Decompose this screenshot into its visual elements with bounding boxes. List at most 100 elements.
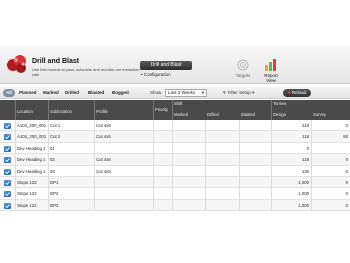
- planned-filter-tab[interactable]: Planned: [19, 89, 37, 97]
- survey-cell: 0: [345, 180, 348, 185]
- filter-setup-label: Filter Setup: [227, 90, 251, 95]
- table-row[interactable]: Stope 122 DP2 1,000 0: [0, 188, 350, 200]
- column-divider: [15, 100, 16, 120]
- row-select-icon[interactable]: [4, 134, 11, 141]
- row-select-icon[interactable]: [4, 145, 11, 152]
- app-description: Use this module to plan, schedule and mo…: [32, 67, 140, 77]
- marked-column-header[interactable]: Marked: [174, 112, 188, 117]
- bogged-filter-tab[interactable]: Bogged: [112, 89, 129, 97]
- shift-group-header: Shift: [174, 101, 183, 106]
- location-cell: A104_200_001: [17, 123, 47, 128]
- location-cell: Dev Heading 1: [17, 145, 46, 151]
- column-divider: [172, 100, 173, 120]
- column-divider: [172, 120, 173, 211]
- survey-cell: 0: [345, 168, 348, 174]
- chevron-down-icon: ▾: [201, 90, 204, 95]
- design-cell: 118: [302, 123, 309, 128]
- blasted-filter-tab[interactable]: Blasted: [88, 89, 104, 97]
- table-row[interactable]: Stope 122 DP1 1,000 0: [0, 177, 350, 189]
- profile-cell: Cut 4x5: [96, 157, 111, 163]
- sublocation-cell: DP2: [50, 191, 59, 197]
- row-select-icon[interactable]: [4, 168, 11, 175]
- design-cell: 118: [302, 134, 309, 140]
- column-divider: [153, 120, 154, 211]
- survey-column-header[interactable]: Survey: [313, 112, 326, 117]
- show-label: Show: [150, 90, 162, 95]
- row-select-icon[interactable]: [4, 157, 11, 164]
- sublocation-cell: 03: [50, 168, 55, 174]
- table-row[interactable]: A104_200_001 Cut 1 Cut 4x5 118 0: [0, 120, 350, 132]
- report-view-button[interactable]: Report View: [259, 59, 283, 83]
- reload-button[interactable]: ● Reload: [283, 89, 311, 97]
- drill-and-blast-logo-icon: [5, 53, 29, 75]
- column-divider: [271, 100, 272, 120]
- column-divider: [15, 120, 16, 211]
- table-row[interactable]: Dev Heading 1 02 Cut 4x5 118 0: [0, 154, 350, 166]
- drilled-filter-tab[interactable]: Drilled: [65, 89, 79, 97]
- survey-cell: 0: [345, 157, 348, 163]
- row-select-icon[interactable]: [4, 180, 11, 186]
- app-title: Drill and Blast: [32, 58, 80, 65]
- column-divider: [94, 100, 95, 120]
- report-view-label: Report View: [264, 73, 278, 83]
- show-period-select[interactable]: Last 2 Weeks ▾: [165, 89, 207, 97]
- location-cell: Stope 122: [17, 191, 37, 197]
- row-select-icon[interactable]: [4, 191, 11, 198]
- design-cell: 1,000: [298, 191, 309, 197]
- location-cell: Stope 122: [17, 202, 37, 208]
- design-cell: 118: [302, 157, 309, 163]
- marked-filter-tab[interactable]: Marked: [43, 89, 59, 97]
- column-divider: [94, 120, 95, 211]
- location-cell: Stope 122: [17, 180, 37, 185]
- sublocation-cell: 01: [50, 145, 55, 151]
- column-divider: [271, 120, 272, 211]
- drill-and-blast-mode-button[interactable]: Drill and Blast: [140, 61, 192, 70]
- table-row[interactable]: Stope 122 DP3 1,000 0: [0, 199, 350, 212]
- filter-setup-button[interactable]: ▼ Filter Setup ▾: [222, 89, 254, 97]
- column-divider: [48, 120, 49, 211]
- row-select-icon[interactable]: [4, 202, 11, 209]
- table-row[interactable]: Dev Heading 1 01 0: [0, 143, 350, 155]
- location-cell: Dev Heading 1: [17, 157, 46, 163]
- targets-label: Targets: [235, 73, 251, 78]
- sublocation-cell: Cut 2: [50, 134, 61, 140]
- column-divider: [48, 100, 49, 120]
- blasted-column-header[interactable]: Blasted: [241, 112, 255, 117]
- column-divider: [239, 120, 240, 211]
- priority-column-header[interactable]: Priority: [155, 107, 168, 112]
- sublocation-column-header[interactable]: Sublocation: [50, 109, 72, 114]
- targets-button[interactable]: Targets: [231, 59, 255, 78]
- profile-column-header[interactable]: Profile: [96, 109, 108, 114]
- table-row[interactable]: Dev Heading 1 03 Cut 4x5 130 0: [0, 166, 350, 177]
- design-cell: 0: [306, 145, 309, 151]
- sublocation-cell: 02: [50, 157, 55, 163]
- all-filter-button[interactable]: All: [3, 89, 15, 97]
- chevron-down-icon: ▾: [250, 90, 255, 95]
- survey-cell: 0: [345, 191, 348, 197]
- profile-cell: Cut 4x5: [96, 123, 111, 128]
- table-row[interactable]: A104_200_001 Cut 2 Cut 4x5 118 50: [0, 131, 350, 143]
- target-icon: [231, 59, 255, 71]
- design-cell: 1,000: [298, 202, 309, 208]
- sublocation-cell: DP1: [50, 180, 59, 185]
- design-cell: 130: [301, 168, 309, 174]
- reload-label: Reload: [291, 90, 307, 95]
- tonnes-group-header: Tonnes: [273, 101, 287, 106]
- design-column-header[interactable]: Design: [273, 112, 286, 117]
- column-divider: [205, 120, 206, 211]
- drilled-column-header[interactable]: Drilled: [207, 112, 219, 117]
- column-divider: [311, 120, 312, 211]
- configuration-label: Configuration: [143, 72, 171, 77]
- show-period-value: Last 2 Weeks: [168, 90, 196, 95]
- configuration-link[interactable]: • Configuration: [141, 72, 171, 77]
- profile-cell: Cut 4x5: [96, 168, 111, 174]
- survey-cell: 0: [345, 202, 348, 208]
- sublocation-cell: Cut 1: [50, 123, 61, 128]
- location-column-header[interactable]: Location: [17, 109, 33, 114]
- design-cell: 1,000: [298, 180, 309, 185]
- location-cell: Dev Heading 1: [17, 168, 46, 174]
- row-select-icon[interactable]: [4, 123, 11, 129]
- profile-cell: Cut 4x5: [96, 134, 111, 140]
- sublocation-cell: DP3: [50, 202, 59, 208]
- column-divider: [153, 100, 154, 120]
